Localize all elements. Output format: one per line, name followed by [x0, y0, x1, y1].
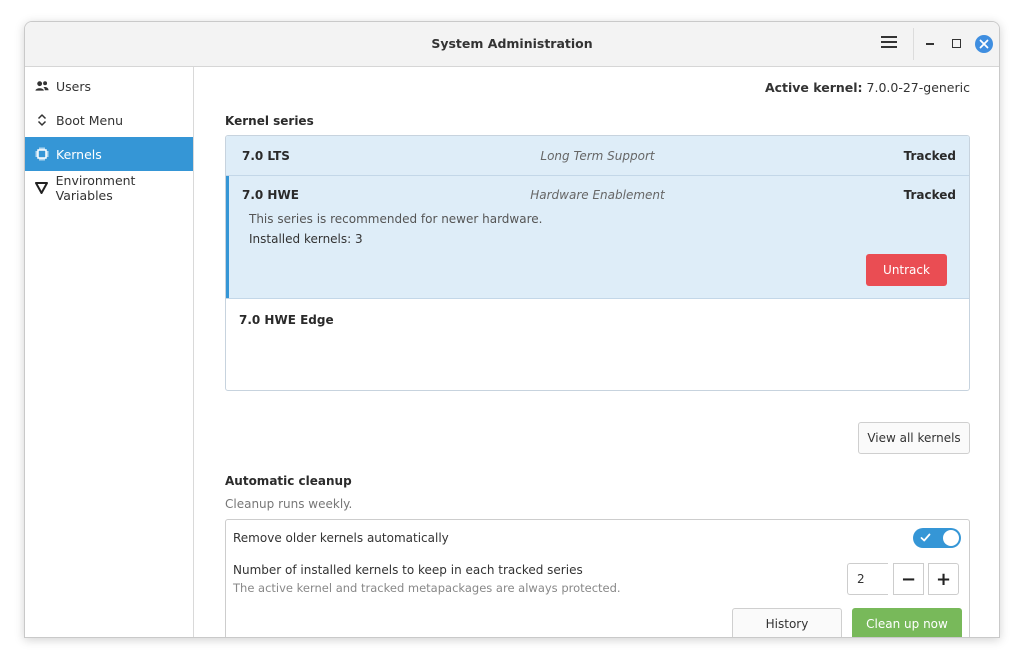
- kernel-series-row-hwe-edge[interactable]: 7.0 HWE Edge: [226, 299, 969, 390]
- series-status: Tracked: [903, 149, 956, 163]
- users-icon: [35, 79, 49, 93]
- maximize-icon[interactable]: [952, 39, 961, 48]
- history-button[interactable]: History: [732, 608, 842, 637]
- installed-kernels-count: Installed kernels: 3: [249, 232, 363, 246]
- main-content: Active kernel: 7.0.0-27-generic Kernel s…: [195, 67, 999, 637]
- title-bar: System Administration: [25, 22, 999, 67]
- boot-menu-icon: [35, 113, 49, 127]
- view-all-kernels-button[interactable]: View all kernels: [858, 422, 970, 454]
- sidebar-item-label: Environment Variables: [55, 173, 136, 203]
- keep-count-input[interactable]: 2: [847, 563, 888, 595]
- decrement-button[interactable]: −: [893, 563, 924, 595]
- hamburger-menu-icon[interactable]: [881, 36, 897, 50]
- sidebar-item-label: Kernels: [56, 146, 102, 162]
- sidebar-item-environment-variables[interactable]: Environment Variables: [25, 171, 193, 205]
- kernel-series-row-hwe[interactable]: 7.0 HWE Hardware Enablement Tracked This…: [226, 176, 969, 298]
- kernel-series-row-lts[interactable]: 7.0 LTS Long Term Support Tracked: [226, 136, 969, 175]
- series-name: 7.0 HWE Edge: [239, 313, 334, 327]
- active-kernel-label: Active kernel:: [764, 80, 863, 95]
- cleanup-settings-panel: Remove older kernels automatically Numbe…: [225, 519, 970, 637]
- active-kernel-readout: Active kernel: 7.0.0-27-generic: [765, 80, 970, 95]
- series-description: Long Term Support: [540, 149, 655, 163]
- window-title: System Administration: [431, 36, 593, 51]
- keep-count-hint: The active kernel and tracked metapackag…: [233, 581, 621, 595]
- env-var-icon: [35, 181, 49, 195]
- sidebar: Users Boot Menu Kernels Environment Vari…: [25, 67, 194, 637]
- minimize-icon[interactable]: [926, 43, 934, 45]
- cleanup-schedule-text: Cleanup runs weekly.: [225, 497, 353, 511]
- series-status: Tracked: [903, 188, 956, 202]
- sidebar-item-users[interactable]: Users: [25, 69, 193, 103]
- series-description: Hardware Enablement: [530, 188, 665, 202]
- keep-count-label: Number of installed kernels to keep in e…: [233, 563, 583, 577]
- untrack-button[interactable]: Untrack: [866, 254, 947, 286]
- kernel-series-list: 7.0 LTS Long Term Support Tracked 7.0 HW…: [225, 135, 970, 391]
- increment-button[interactable]: +: [928, 563, 959, 595]
- clean-up-now-button[interactable]: Clean up now: [852, 608, 962, 637]
- toggle-knob: [943, 530, 959, 546]
- app-window: System Administration Users Boot Menu Ke…: [24, 21, 1000, 638]
- checkmark-icon: [920, 533, 931, 542]
- active-kernel-value: 7.0.0-27-generic: [866, 80, 970, 95]
- series-detail: This series is recommended for newer har…: [249, 212, 543, 226]
- close-icon[interactable]: [975, 35, 993, 53]
- sidebar-item-label: Users: [56, 78, 92, 94]
- chip-icon: [35, 147, 49, 161]
- sidebar-item-kernels[interactable]: Kernels: [25, 137, 193, 171]
- kernel-series-title: Kernel series: [225, 114, 314, 128]
- titlebar-divider: [913, 28, 914, 60]
- sidebar-item-boot-menu[interactable]: Boot Menu: [25, 103, 193, 137]
- auto-remove-label: Remove older kernels automatically: [233, 531, 449, 545]
- auto-remove-toggle[interactable]: [913, 528, 961, 548]
- sidebar-item-label: Boot Menu: [56, 112, 124, 128]
- automatic-cleanup-title: Automatic cleanup: [225, 474, 352, 488]
